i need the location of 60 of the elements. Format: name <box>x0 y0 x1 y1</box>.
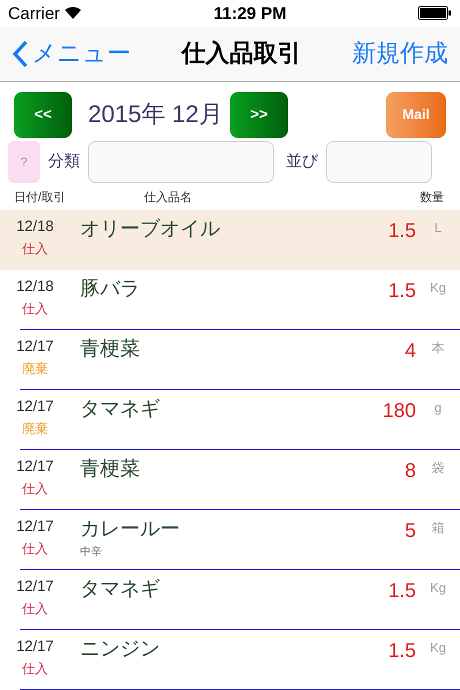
unit: 箱 <box>430 519 446 538</box>
item-name: タマネギ <box>80 577 161 602</box>
column-header: 日付/取引 <box>14 189 66 206</box>
sort-label: 並び <box>286 152 318 172</box>
nav-title: 仕入品取引 <box>182 38 302 69</box>
quantity: 1.5 <box>388 219 416 244</box>
column-header: 仕入品名 <box>144 189 193 206</box>
item-name: 青梗菜 <box>80 457 141 482</box>
unit: 本 <box>430 339 446 358</box>
category-field[interactable] <box>88 140 274 183</box>
row-date: 12/18 <box>16 277 54 298</box>
transaction-type: 廃棄 <box>22 420 48 438</box>
quantity: 1.5 <box>388 639 416 664</box>
transaction-type: 廃棄 <box>22 360 48 378</box>
row-date: 12/17 <box>16 637 54 658</box>
transaction-type: 仕入 <box>22 600 48 618</box>
month-label: 2015年 12月 <box>88 100 224 130</box>
row-date: 12/17 <box>16 457 54 478</box>
item-name: 青梗菜 <box>80 337 141 362</box>
column-header: 数量 <box>420 189 444 206</box>
transaction-type: 仕入 <box>22 540 48 558</box>
quantity: 1.5 <box>388 279 416 304</box>
unit: Kg <box>429 579 447 598</box>
sort-field[interactable] <box>326 140 432 183</box>
transaction-type: 仕入 <box>22 240 48 258</box>
transaction-type: 仕入 <box>22 660 48 678</box>
status-time: 11:29 PM <box>214 2 286 25</box>
item-name: カレールー <box>80 517 181 542</box>
item-name: 豚バラ <box>80 277 141 302</box>
quantity: 8 <box>404 459 416 484</box>
row-date: 12/17 <box>16 577 54 598</box>
quantity: 180 <box>382 399 416 424</box>
quantity: 1.5 <box>388 579 416 604</box>
unit: g <box>433 399 443 418</box>
battery-icon <box>418 6 452 20</box>
item-name: オリーブオイル <box>80 217 221 242</box>
unit: Kg <box>429 639 447 658</box>
quantity: 4 <box>404 339 416 364</box>
unit: 袋 <box>430 459 446 478</box>
item-name: ニンジン <box>80 637 161 662</box>
row-date: 12/17 <box>16 397 54 418</box>
item-note: 中辛 <box>80 544 103 560</box>
quantity: 5 <box>404 519 416 544</box>
row-date: 12/18 <box>16 217 54 238</box>
new-button[interactable]: 新規作成 <box>352 36 448 72</box>
row-date: 12/17 <box>16 517 54 538</box>
chevron-left-icon <box>12 40 28 68</box>
transaction-type: 仕入 <box>22 480 48 498</box>
prev-month-button[interactable]: << <box>14 92 72 138</box>
row-date: 12/17 <box>16 337 54 358</box>
back-button[interactable]: メニュー <box>12 36 131 72</box>
carrier-name: Carrier <box>8 2 60 25</box>
wifi-icon <box>64 6 82 20</box>
category-label: 分類 <box>48 152 80 172</box>
unit: Kg <box>429 279 447 298</box>
list-row[interactable]: 12/18 仕入 オリーブオイル 1.5 L <box>0 210 460 270</box>
item-name: タマネギ <box>80 397 161 422</box>
transaction-type: 仕入 <box>22 300 48 318</box>
unit: L <box>433 219 443 238</box>
next-month-button[interactable]: >> <box>230 92 288 138</box>
